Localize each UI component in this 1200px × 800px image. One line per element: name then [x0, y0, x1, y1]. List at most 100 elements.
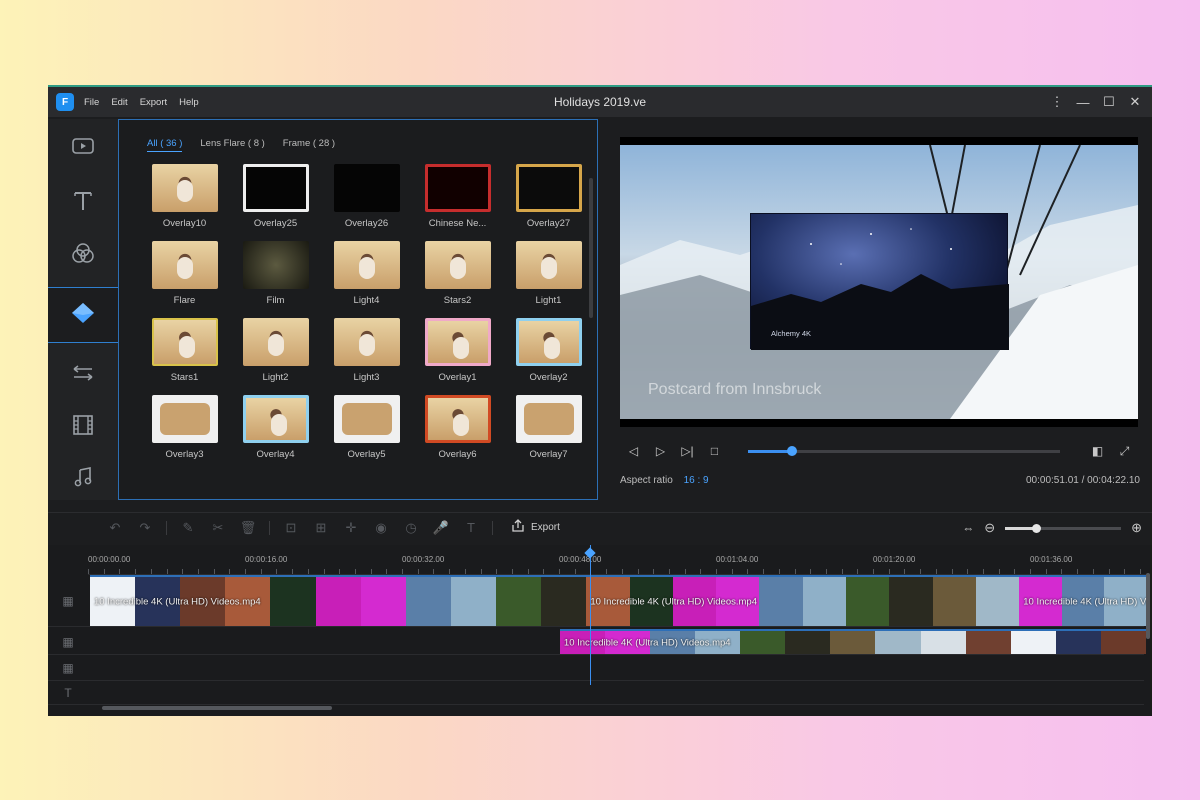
overlay-item[interactable]: Overlay4: [230, 395, 321, 460]
video-clip[interactable]: 10 Incredible 4K (Ultra HD) Videos.mp4: [559, 629, 1146, 654]
ruler-tick: [292, 569, 294, 574]
timeline-track[interactable]: ▦ 10 Incredible 4K (Ultra HD) Videos.mp4: [48, 629, 1146, 655]
overlay-item[interactable]: Stars1: [139, 318, 230, 383]
track-header-icon[interactable]: ▦: [48, 655, 88, 680]
menu-file[interactable]: File: [84, 97, 99, 108]
overlay-thumbnail: [151, 241, 218, 289]
volume-icon[interactable]: ◧: [1084, 444, 1111, 458]
overlay-item[interactable]: Overlay7: [503, 395, 594, 460]
overlay-item[interactable]: Chinese Ne...: [412, 164, 503, 229]
overlay-label: Light3: [353, 372, 380, 383]
overlay-item[interactable]: Light2: [230, 318, 321, 383]
seek-bar[interactable]: [748, 445, 1060, 456]
video-clip[interactable]: 10 Incredible 4K (Ultra HD) Videos.mp4: [1019, 575, 1146, 626]
ruler-tick: [684, 569, 686, 574]
seek-handle[interactable]: [786, 445, 797, 456]
track-header-icon[interactable]: ▦: [48, 629, 88, 654]
fullscreen-icon[interactable]: ⤢: [1111, 444, 1138, 459]
zoom-slider[interactable]: [1005, 523, 1122, 533]
timeline-track[interactable]: ▦ 10 Incredible 4K (Ultra HD) Videos.mp4 1…: [48, 575, 1146, 627]
overlay-item[interactable]: Light4: [321, 241, 412, 306]
overlay-item[interactable]: Light1: [503, 241, 594, 306]
overlay-item[interactable]: Overlay10: [139, 164, 230, 229]
clip-title: 10 Incredible 4K (Ultra HD) Videos.mp4: [1023, 596, 1146, 607]
toolbar-divider: [492, 520, 493, 535]
fit-timeline-icon[interactable]: ⇔: [962, 521, 974, 535]
timeline-vertical-scrollbar[interactable]: [1146, 573, 1150, 639]
toolbar-tool-icon[interactable]: 🗑: [233, 520, 263, 536]
more-options-icon[interactable]: ⋮: [1044, 94, 1070, 110]
toolbar-tool-icon[interactable]: ⊞: [306, 520, 336, 536]
zoom-in-icon[interactable]: ⊕: [1131, 520, 1142, 536]
clip-frame-thumbnail: [932, 577, 977, 626]
rail-media[interactable]: [48, 119, 118, 177]
video-clip[interactable]: 10 Incredible 4K (Ultra HD) Videos.mp4: [586, 575, 1020, 626]
preview-video[interactable]: Alchemy 4K Postcard from Innsbruck: [620, 145, 1138, 419]
tab-lens-flare[interactable]: Lens Flare ( 8 ): [200, 138, 264, 152]
rail-clips[interactable]: [48, 401, 118, 453]
app-logo-icon: F: [56, 93, 74, 111]
toolbar-tool-icon[interactable]: T: [456, 520, 486, 535]
time-ruler[interactable]: 00:00:00.00 00:00:16.00 00:00:32.00 00:00:4…: [88, 545, 1148, 575]
overlay-item[interactable]: Overlay27: [503, 164, 594, 229]
zoom-out-icon[interactable]: ⊖: [984, 520, 995, 536]
minimize-button[interactable]: —: [1070, 95, 1096, 110]
menu-export[interactable]: Export: [140, 97, 167, 108]
overlay-item[interactable]: Overlay5: [321, 395, 412, 460]
overlay-thumbnail: [515, 395, 582, 443]
timeline-track[interactable]: T: [48, 681, 1144, 705]
timeline-horizontal-scrollbar[interactable]: [102, 706, 332, 710]
video-clip[interactable]: 10 Incredible 4K (Ultra HD) Videos.mp4: [90, 575, 587, 626]
overlay-item[interactable]: Stars2: [412, 241, 503, 306]
close-button[interactable]: ✕: [1122, 94, 1148, 110]
rail-music[interactable]: [48, 453, 118, 505]
next-frame-icon[interactable]: ▷|: [674, 444, 701, 458]
overlay-item[interactable]: Light3: [321, 318, 412, 383]
rail-overlays[interactable]: [48, 287, 118, 343]
overlay-item[interactable]: Overlay25: [230, 164, 321, 229]
track-header-icon[interactable]: ▦: [48, 575, 88, 626]
aspect-ratio-value[interactable]: 16 : 9: [684, 475, 709, 486]
maximize-button[interactable]: ☐: [1096, 94, 1122, 110]
zoom-handle[interactable]: [1032, 523, 1042, 533]
toolbar-tool-icon[interactable]: 🎤: [426, 520, 456, 536]
clip-frame-thumbnail: [360, 577, 407, 626]
toolbar-tool-icon[interactable]: ↶: [100, 520, 130, 536]
toolbar-tool-icon[interactable]: ◷: [396, 520, 426, 536]
ruler-tick: [606, 569, 608, 574]
menu-help[interactable]: Help: [179, 97, 199, 108]
menu-edit[interactable]: Edit: [111, 97, 127, 108]
export-button[interactable]: Export: [511, 519, 560, 536]
overlay-item[interactable]: Flare: [139, 241, 230, 306]
stop-icon[interactable]: □: [701, 444, 728, 458]
ruler-tick: [559, 569, 560, 574]
tab-all[interactable]: All ( 36 ): [147, 138, 183, 152]
toolbar-tool-icon[interactable]: ⊡: [276, 520, 306, 536]
play-icon[interactable]: ▷: [647, 444, 674, 458]
overlay-item[interactable]: Overlay6: [412, 395, 503, 460]
overlay-caption[interactable]: Postcard from Innsbruck: [648, 381, 821, 399]
rail-filters[interactable]: [48, 229, 118, 281]
ruler-tick: [888, 569, 890, 574]
overlay-item[interactable]: Overlay3: [139, 395, 230, 460]
playhead[interactable]: [590, 545, 591, 685]
previous-frame-icon[interactable]: ◁: [620, 444, 647, 458]
track-header-icon[interactable]: T: [48, 681, 88, 704]
overlay-item[interactable]: Film: [230, 241, 321, 306]
clip-frame-thumbnail: [1010, 631, 1057, 654]
rail-text[interactable]: [48, 177, 118, 229]
library-scrollbar[interactable]: [589, 178, 593, 318]
toolbar-tool-icon[interactable]: ↷: [130, 520, 160, 536]
overlay-item[interactable]: Overlay1: [412, 318, 503, 383]
rail-transitions[interactable]: [48, 349, 118, 401]
toolbar-tool-icon[interactable]: ◉: [366, 520, 396, 536]
clip-title: 10 Incredible 4K (Ultra HD) Videos.mp4: [590, 596, 757, 607]
tab-frame[interactable]: Frame ( 28 ): [283, 138, 335, 152]
toolbar-tool-icon[interactable]: ✎: [173, 520, 203, 536]
picture-in-picture-clip[interactable]: Alchemy 4K: [750, 213, 1009, 350]
overlay-item[interactable]: Overlay26: [321, 164, 412, 229]
timeline-track[interactable]: ▦: [48, 655, 1144, 681]
toolbar-tool-icon[interactable]: ✂: [203, 520, 233, 536]
toolbar-tool-icon[interactable]: ✛: [336, 520, 366, 536]
overlay-item[interactable]: Overlay2: [503, 318, 594, 383]
